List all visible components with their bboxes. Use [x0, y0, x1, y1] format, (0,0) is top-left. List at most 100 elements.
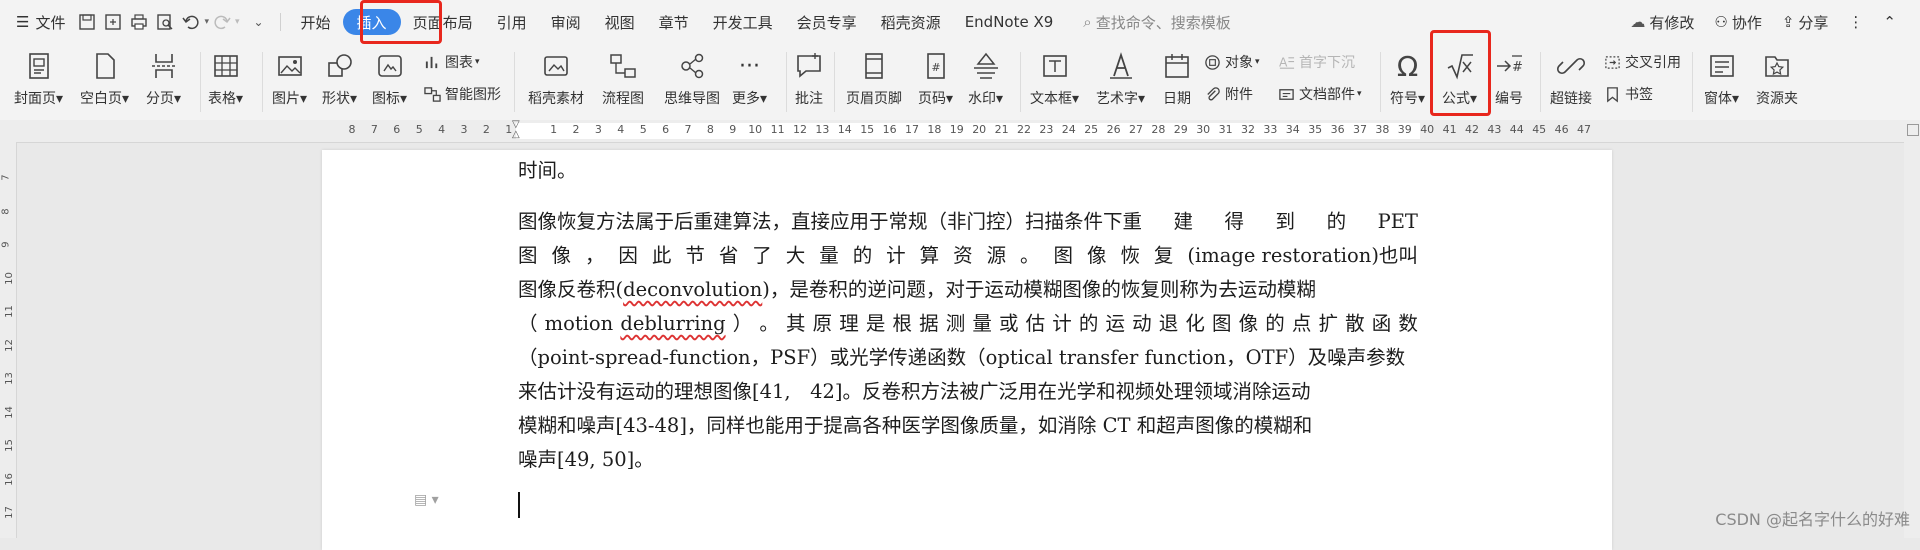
ruler-number: 4 — [617, 123, 625, 136]
export-pdf-icon[interactable] — [104, 13, 122, 31]
cover-page-button[interactable]: 封面页▾ — [14, 50, 63, 108]
more-button[interactable]: ··· 更多▾ — [732, 50, 767, 108]
symbol-button[interactable]: Ω 符号▾ — [1390, 50, 1425, 108]
file-menu[interactable]: ☰ 文件 — [0, 8, 74, 36]
redo-dropdown-icon[interactable]: ▾ — [235, 17, 240, 27]
page-number-icon: # — [919, 50, 953, 82]
blank-page-button[interactable]: 空白页▾ — [80, 50, 129, 108]
smartart-icon — [424, 86, 441, 102]
icon-library-icon — [373, 50, 407, 82]
collapse-ribbon-button[interactable]: ⌃ — [1873, 8, 1906, 36]
text-token: 建 — [1173, 210, 1194, 233]
undo-icon[interactable] — [182, 13, 200, 31]
smartart-button[interactable]: 智能图形 — [424, 84, 501, 104]
svg-text:#: # — [1512, 60, 1523, 75]
page-break-button[interactable]: 分页▾ — [146, 50, 181, 108]
ruler-number: 2 — [572, 123, 580, 136]
modified-button[interactable]: ☁ 有修改 — [1620, 8, 1704, 36]
date-button[interactable]: 日期 — [1160, 50, 1194, 108]
chart-button[interactable]: 图表 ▾ — [424, 52, 480, 72]
textbox-label: 文本框 — [1030, 91, 1072, 107]
save-icon[interactable] — [78, 13, 96, 31]
vertical-ruler[interactable]: 7 8 9 10 11 12 13 14 15 16 17 — [0, 142, 17, 538]
collab-button[interactable]: ⚇ 协作 — [1704, 8, 1771, 36]
smartart-label: 智能图形 — [445, 87, 501, 103]
picture-button[interactable]: 图片▾ — [272, 50, 307, 108]
text-token: 省 — [718, 244, 739, 267]
vertical-ruler-number: 11 — [3, 305, 15, 318]
undo-dropdown-icon[interactable]: ▾ — [204, 17, 209, 27]
print-preview-icon[interactable] — [156, 13, 174, 31]
numbering-button[interactable]: # 编号 — [1492, 50, 1526, 108]
more-options-button[interactable]: ⋮ — [1838, 8, 1873, 36]
tab-developer[interactable]: 开发工具 — [701, 8, 785, 36]
tab-member[interactable]: 会员专享 — [785, 8, 869, 36]
text-token: deblurring — [620, 312, 726, 335]
spellcheck-word: deconvolution — [623, 278, 763, 301]
window-form-label: 窗体 — [1704, 91, 1732, 107]
horizontal-ruler[interactable]: 8 7 6 5 4 3 2 1 1 2 3 4 5 6 7 8 9 10 11 12 13 14 15 16 17 18 19 20 2… — [0, 120, 1920, 143]
docer-material-icon — [539, 50, 573, 82]
ruler-toggle-icon[interactable] — [1907, 124, 1919, 136]
numbering-icon: # — [1492, 50, 1526, 82]
person-icon: ⚇ — [1714, 13, 1728, 31]
text-token: 数 — [1398, 312, 1418, 335]
ribbon-separator — [200, 52, 201, 112]
star-folder-icon — [1760, 50, 1794, 82]
textbox-button[interactable]: 文本框▾ — [1030, 50, 1079, 108]
hyperlink-button[interactable]: 超链接 — [1550, 50, 1592, 108]
text-token: 点 — [1291, 312, 1312, 335]
header-footer-button[interactable]: 页眉页脚 — [846, 50, 902, 108]
object-button[interactable]: 对象 ▾ — [1204, 52, 1260, 72]
docparts-button[interactable]: 文档部件 ▾ — [1278, 84, 1362, 104]
docer-material-button[interactable]: 稻壳素材 — [528, 50, 584, 108]
bookmark-button[interactable]: 书签 — [1604, 84, 1653, 104]
indent-marker-icon[interactable]: ▽ △ — [512, 120, 520, 140]
flowchart-button[interactable]: 流程图 — [602, 50, 644, 108]
watermark-button[interactable]: 水印▾ — [968, 50, 1003, 108]
mindmap-button[interactable]: 思维导图 — [664, 50, 720, 108]
tab-view[interactable]: 视图 — [593, 8, 647, 36]
right-actions: ☁ 有修改 ⚇ 协作 ⇪ 分享 ⋮ ⌃ — [1620, 8, 1920, 36]
window-form-button[interactable]: 窗体▾ — [1704, 50, 1739, 108]
page-number-label: 页码 — [918, 91, 946, 107]
tab-section[interactable]: 章节 — [647, 8, 701, 36]
tab-docer[interactable]: 稻壳资源 — [869, 8, 953, 36]
comment-button[interactable]: 批注 — [792, 50, 826, 108]
ruler-number: 20 — [972, 123, 987, 136]
calendar-icon — [1160, 50, 1194, 82]
print-icon[interactable] — [130, 13, 148, 31]
tab-references[interactable]: 引用 — [485, 8, 539, 36]
customize-toolbar-icon[interactable]: ⌄ — [250, 13, 268, 31]
ribbon-insert: 封面页▾ 空白页▾ 分页▾ 表格▾ 图片▾ 形状▾ 图标▾ 图表 ▾ 智能图形 稻… — [0, 44, 1920, 121]
text-token: 量 — [972, 312, 992, 335]
shape-button[interactable]: 形状▾ — [322, 50, 357, 108]
right-scrollbar[interactable] — [1904, 120, 1920, 538]
icon-button[interactable]: 图标▾ — [372, 50, 407, 108]
command-search[interactable]: ⌕ 查找命令、搜索模板 — [1083, 12, 1230, 33]
ruler-number: 10 — [748, 123, 763, 136]
text-token: 恢 — [1120, 244, 1140, 267]
crossref-button[interactable]: 交叉引用 — [1604, 52, 1681, 72]
tab-endnote[interactable]: EndNote X9 — [953, 8, 1066, 36]
date-label: 日期 — [1163, 91, 1191, 107]
link-icon — [1554, 50, 1588, 82]
paragraph-layout-icon[interactable]: ▤ ▾ — [414, 492, 439, 508]
dropcap-button[interactable]: A 首字下沉 — [1278, 52, 1355, 72]
wordart-label: 艺术字 — [1096, 91, 1138, 107]
flowchart-icon — [606, 50, 640, 82]
ruler-number: 3 — [594, 123, 602, 136]
page-number-button[interactable]: # 页码▾ — [918, 50, 953, 108]
resource-folder-button[interactable]: 资源夹 — [1756, 50, 1798, 108]
blank-page-icon — [88, 50, 122, 82]
share-button[interactable]: ⇪ 分享 — [1772, 8, 1839, 36]
attachment-button[interactable]: 附件 — [1204, 84, 1253, 104]
wordart-button[interactable]: 艺术字▾ — [1096, 50, 1145, 108]
redo-icon[interactable] — [213, 13, 231, 31]
table-button[interactable]: 表格▾ — [208, 50, 243, 108]
ruler-number: 5 — [639, 123, 647, 136]
document-page[interactable]: 时间。 图像恢复方法属于后重建算法，直接应用于常规（非门控）扫描条件下重建得到的… — [322, 150, 1612, 550]
tab-home[interactable]: 开始 — [289, 8, 343, 36]
more-dots-icon: ··· — [739, 53, 760, 79]
tab-review[interactable]: 审阅 — [539, 8, 593, 36]
